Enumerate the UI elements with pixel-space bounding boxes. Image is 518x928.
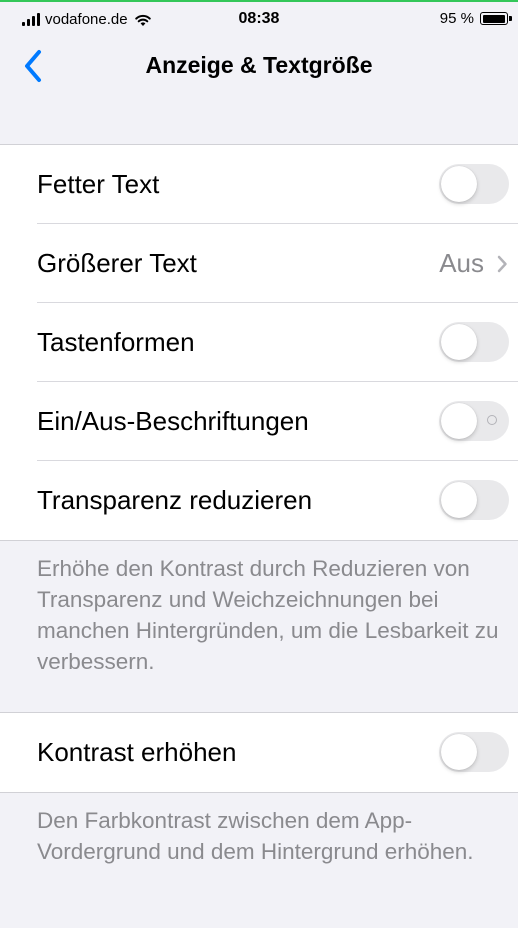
status-right: 95 %: [439, 10, 512, 27]
row-label: Kontrast erhöhen: [37, 737, 237, 767]
battery-percent: 95 %: [439, 10, 474, 27]
navigation-bar: Anzeige & Textgröße: [0, 38, 518, 94]
off-indicator-icon: [487, 415, 497, 425]
settings-group-1: Fetter Text Größerer Text Aus Tastenform…: [0, 144, 518, 541]
button-shapes-toggle[interactable]: [439, 322, 509, 362]
row-kontrast-erhoehen[interactable]: Kontrast erhöhen: [0, 713, 518, 792]
increase-contrast-toggle[interactable]: [439, 732, 509, 772]
row-fetter-text[interactable]: Fetter Text: [0, 145, 518, 224]
settings-group-2: Kontrast erhöhen: [0, 712, 518, 793]
row-ein-aus-beschriftungen[interactable]: Ein/Aus-Beschriftungen: [0, 382, 518, 461]
chevron-right-icon: [497, 255, 507, 272]
row-transparenz-reduzieren[interactable]: Transparenz reduzieren: [0, 461, 518, 540]
row-label: Größerer Text: [37, 248, 197, 278]
section-1-footer: Erhöhe den Kontrast durch Reduzieren von…: [37, 556, 499, 674]
row-label: Transparenz reduzieren: [37, 485, 313, 515]
reduce-transparency-toggle[interactable]: [439, 480, 509, 520]
row-label: Tastenformen: [37, 327, 195, 357]
larger-text-status: Aus: [439, 248, 484, 278]
bold-text-toggle[interactable]: [439, 164, 509, 204]
battery-icon: [480, 12, 512, 25]
status-bar: vodafone.de 08:38 95 %: [0, 2, 518, 38]
row-label: Ein/Aus-Beschriftungen: [37, 406, 309, 436]
section-2-footer: Den Farbkontrast zwischen dem App-Vorder…: [37, 808, 474, 864]
larger-text-value: Aus: [439, 224, 508, 303]
row-groesserer-text[interactable]: Größerer Text Aus: [0, 224, 518, 303]
on-off-labels-toggle[interactable]: [439, 401, 509, 441]
row-label: Fetter Text: [37, 169, 160, 199]
page-title: Anzeige & Textgröße: [145, 52, 373, 78]
row-tastenformen[interactable]: Tastenformen: [0, 303, 518, 382]
